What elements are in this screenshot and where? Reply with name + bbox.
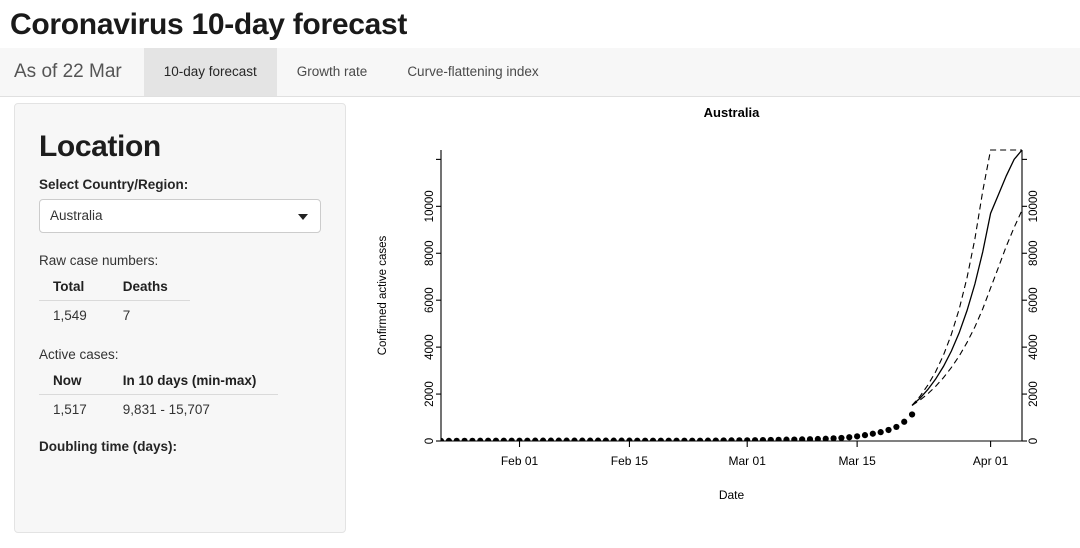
x-axis-tick-label: Feb 15 bbox=[611, 454, 649, 468]
cell-deaths: 7 bbox=[122, 307, 131, 323]
y-axis-label: Confirmed active cases bbox=[377, 235, 389, 355]
y-axis-right-tick-label: 2000 bbox=[1028, 381, 1040, 407]
forecast-chart: Australia 0 0 2000 2000 4000 4000 6000 6000 8000… bbox=[346, 97, 1080, 525]
table-header-row: Total Deaths bbox=[39, 273, 190, 301]
country-select[interactable]: Australia bbox=[39, 198, 321, 233]
main-content: Location Select Country/Region: Australi… bbox=[0, 97, 1080, 533]
col-deaths: Deaths bbox=[108, 273, 190, 301]
chevron-down-icon bbox=[298, 213, 308, 220]
y-axis-tick-label: 10000 bbox=[424, 190, 436, 222]
forecast-bound-line bbox=[911, 209, 1022, 406]
tab-as-of-date[interactable]: As of 22 Mar bbox=[0, 47, 144, 96]
col-in-10-days: In 10 days (min-max) bbox=[108, 367, 279, 395]
y-axis-tick-label: 2000 bbox=[424, 381, 436, 407]
table-header-row: Now In 10 days (min-max) bbox=[39, 367, 279, 395]
tab-bar: As of 22 Mar 10-day forecast Growth rate… bbox=[0, 47, 1080, 97]
chart-title: Australia bbox=[704, 105, 760, 120]
tab-growth-rate[interactable]: Growth rate bbox=[276, 47, 388, 96]
x-axis-tick-label: Mar 01 bbox=[729, 454, 767, 468]
x-axis-tick-label: Mar 15 bbox=[838, 454, 876, 468]
raw-cases-table: Total Deaths 1,549 7 bbox=[39, 273, 190, 327]
cell-total: 1,549 bbox=[53, 307, 87, 323]
table-row: 1,549 7 bbox=[39, 300, 190, 327]
tab-10-day-forecast[interactable]: 10-day forecast bbox=[143, 47, 277, 96]
y-axis-right-tick-label: 0 bbox=[1028, 437, 1040, 443]
cell-now: 1,517 bbox=[53, 401, 87, 417]
active-cases-label: Active cases: bbox=[39, 346, 119, 362]
forecast-bound-line bbox=[911, 148, 1022, 406]
y-axis-tick-label: 6000 bbox=[424, 287, 436, 313]
y-axis-right-tick-label: 8000 bbox=[1028, 240, 1040, 266]
tab-curve-flattening-index[interactable]: Curve-flattening index bbox=[387, 47, 559, 96]
x-axis-tick-label: Apr 01 bbox=[973, 454, 1009, 468]
y-axis-right-tick-label: 4000 bbox=[1028, 334, 1040, 360]
forecast-chart-svg: Australia 0 0 2000 2000 4000 4000 6000 6000 8000… bbox=[377, 105, 1040, 502]
observed-points bbox=[441, 410, 916, 441]
y-axis-right-tick-label: 6000 bbox=[1028, 287, 1040, 313]
country-select-value: Australia bbox=[50, 208, 103, 223]
page-title: Coronavirus 10-day forecast bbox=[10, 8, 408, 41]
y-axis-tick-label: 8000 bbox=[424, 240, 436, 266]
raw-cases-label: Raw case numbers: bbox=[39, 252, 159, 268]
doubling-time-label: Doubling time (days): bbox=[39, 438, 177, 454]
x-axis-label: Date bbox=[719, 488, 745, 502]
table-row: 1,517 9,831 - 15,707 bbox=[39, 394, 278, 421]
active-cases-table: Now In 10 days (min-max) 1,517 9,831 - 1… bbox=[39, 367, 279, 421]
cell-in-10-days: 9,831 - 15,707 bbox=[122, 401, 210, 417]
sidebar-heading: Location bbox=[39, 129, 161, 163]
country-select-label: Select Country/Region: bbox=[39, 176, 189, 192]
y-axis-right-tick-label: 10000 bbox=[1028, 190, 1040, 222]
y-axis-tick-label: 0 bbox=[424, 437, 436, 443]
y-axis-tick-label: 4000 bbox=[424, 334, 436, 360]
location-sidebar: Location Select Country/Region: Australi… bbox=[14, 102, 346, 533]
col-now: Now bbox=[39, 367, 109, 395]
x-axis-tick-label: Feb 01 bbox=[501, 454, 539, 468]
col-total: Total bbox=[39, 273, 109, 301]
